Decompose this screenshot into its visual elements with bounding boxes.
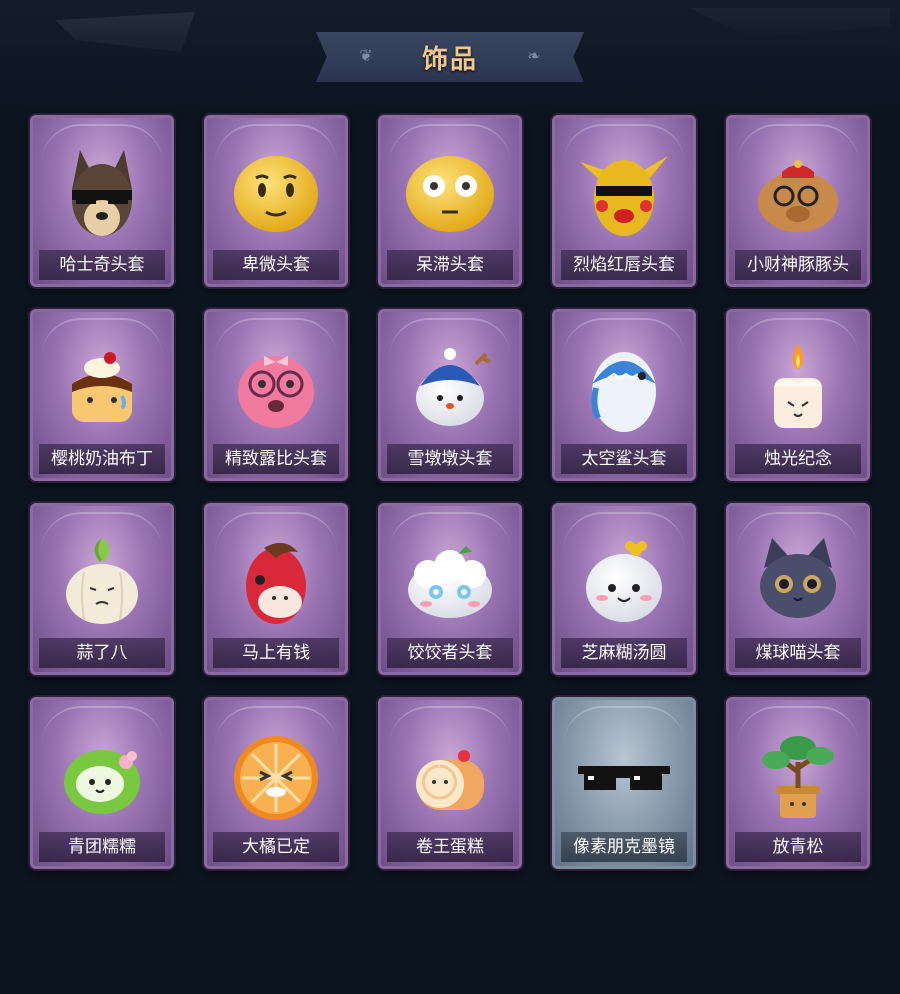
black-cat-icon <box>729 524 867 636</box>
accessory-card[interactable]: 芝麻糊汤圆 <box>552 503 696 675</box>
accessory-card[interactable]: 哈士奇头套 <box>30 115 174 287</box>
accessory-card[interactable]: 烈焰红唇头套 <box>552 115 696 287</box>
accessory-card[interactable]: 卑微头套 <box>204 115 348 287</box>
accessory-card[interactable]: 像素朋克墨镜 <box>552 697 696 869</box>
banner-ornament-icon: ❦ <box>359 46 373 65</box>
accessory-name: 精致露比头套 <box>213 444 339 474</box>
accessory-card[interactable]: 放青松 <box>726 697 870 869</box>
accessory-name: 芝麻糊汤圆 <box>561 638 687 668</box>
snow-dundun-icon <box>381 330 519 442</box>
humble-face-icon <box>207 136 345 248</box>
accessory-name: 烈焰红唇头套 <box>561 250 687 280</box>
cherry-pudding-icon <box>33 330 171 442</box>
accessory-card[interactable]: 烛光纪念 <box>726 309 870 481</box>
accessory-name: 太空鲨头套 <box>561 444 687 474</box>
orange-slice-icon <box>207 718 345 830</box>
dazed-face-icon <box>381 136 519 248</box>
accessory-name: 哈士奇头套 <box>39 250 165 280</box>
accessory-card[interactable]: 大橘已定 <box>204 697 348 869</box>
accessory-card[interactable]: 呆滞头套 <box>378 115 522 287</box>
accessory-name: 大橘已定 <box>213 832 339 862</box>
accessory-card[interactable]: 蒜了八 <box>30 503 174 675</box>
accessory-name: 卑微头套 <box>213 250 339 280</box>
accessory-name: 蒜了八 <box>39 638 165 668</box>
accessory-card[interactable]: 小财神豚豚头 <box>726 115 870 287</box>
accessory-card[interactable]: 雪墩墩头套 <box>378 309 522 481</box>
accessory-card[interactable]: 饺饺者头套 <box>378 503 522 675</box>
accessory-card[interactable]: 青团糯糯 <box>30 697 174 869</box>
banner-ornament-icon: ❧ <box>527 46 541 65</box>
title-banner: ❦ 饰品 ❧ <box>316 32 584 82</box>
roll-cake-icon <box>381 718 519 830</box>
accessory-card[interactable]: 马上有钱 <box>204 503 348 675</box>
accessory-card[interactable]: 精致露比头套 <box>204 309 348 481</box>
capybara-god-icon <box>729 136 867 248</box>
page-title: 饰品 <box>421 44 478 75</box>
candle-icon <box>729 330 867 442</box>
accessory-name: 青团糯糯 <box>39 832 165 862</box>
garlic-icon <box>33 524 171 636</box>
accessory-card[interactable]: 卷王蛋糕 <box>378 697 522 869</box>
red-lips-mask-icon <box>555 136 693 248</box>
bonsai-pine-icon <box>729 718 867 830</box>
accessory-card[interactable]: 太空鲨头套 <box>552 309 696 481</box>
accessory-name: 放青松 <box>735 832 861 862</box>
accessory-name: 樱桃奶油布丁 <box>39 444 165 474</box>
accessory-name: 像素朋克墨镜 <box>561 832 687 862</box>
pixel-sunglasses-icon <box>555 718 693 830</box>
accessory-name: 烛光纪念 <box>735 444 861 474</box>
ruby-beaver-icon <box>207 330 345 442</box>
dumpling-icon <box>381 524 519 636</box>
accessory-name: 雪墩墩头套 <box>387 444 513 474</box>
accessory-name: 小财神豚豚头 <box>735 250 861 280</box>
accessory-card[interactable]: 樱桃奶油布丁 <box>30 309 174 481</box>
accessory-card[interactable]: 煤球喵头套 <box>726 503 870 675</box>
accessory-grid: 哈士奇头套 卑微头套 呆滞头套 烈焰红唇头套 小财神豚豚头樱桃奶油布丁 精致露比头套 雪墩墩… <box>30 115 870 869</box>
horse-icon <box>207 524 345 636</box>
tangyuan-icon <box>555 524 693 636</box>
green-rice-ball-icon <box>33 718 171 830</box>
accessory-name: 马上有钱 <box>213 638 339 668</box>
accessory-name: 饺饺者头套 <box>387 638 513 668</box>
accessory-name: 卷王蛋糕 <box>387 832 513 862</box>
accessory-name: 呆滞头套 <box>387 250 513 280</box>
husky-mask-icon <box>33 136 171 248</box>
space-shark-icon <box>555 330 693 442</box>
accessory-name: 煤球喵头套 <box>735 638 861 668</box>
